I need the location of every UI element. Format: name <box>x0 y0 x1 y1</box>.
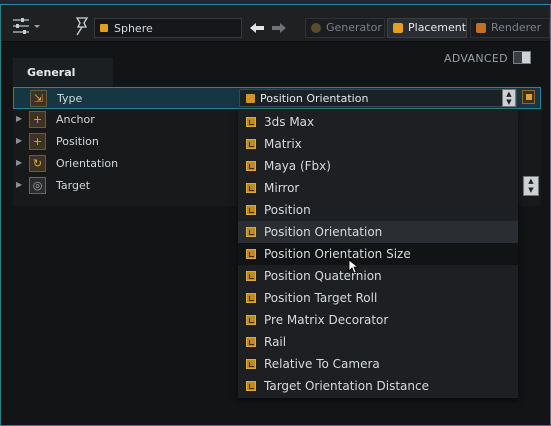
dropdown-item-label: Relative To Camera <box>264 357 380 371</box>
dropdown-item-position-orientation-size[interactable]: Position Orientation Size <box>238 243 518 265</box>
dropdown-item-rail[interactable]: Rail <box>238 331 518 353</box>
dropdown-item-label: Mirror <box>264 181 300 195</box>
item-icon <box>246 227 256 237</box>
dropdown-item-label: Matrix <box>264 137 302 151</box>
tab-generator[interactable]: Generator <box>305 18 385 38</box>
tab-renderer[interactable]: Renderer <box>470 18 550 38</box>
item-icon <box>246 315 256 325</box>
expand-triangle-icon[interactable]: ▶ <box>16 114 22 123</box>
advanced-label: ADVANCED <box>444 52 508 65</box>
back-arrow-button[interactable] <box>247 19 267 37</box>
item-icon <box>246 293 256 303</box>
dropdown-item-position[interactable]: Position <box>238 199 518 221</box>
tab-label: Generator <box>326 21 382 34</box>
item-icon <box>246 161 256 171</box>
item-icon <box>246 205 256 215</box>
section-tab-label: General <box>27 66 76 79</box>
dropdown-item-label: Position <box>264 203 311 217</box>
dropdown-item-position-quaternion[interactable]: Position Quaternion <box>238 265 518 287</box>
anchor-icon: + <box>29 111 46 128</box>
item-icon <box>246 183 256 193</box>
type-dropdown-list: 3ds Max Matrix Maya (Fbx) Mirror Positio… <box>238 110 518 398</box>
item-icon <box>246 359 256 369</box>
property-label: Orientation <box>56 157 119 170</box>
section-tab-general[interactable]: General <box>13 58 113 86</box>
type-value-icon <box>246 94 255 103</box>
type-dropdown[interactable]: Position Orientation <box>239 89 517 107</box>
toggle-knob <box>514 52 522 63</box>
target-spinner[interactable]: ▲ ▼ <box>523 176 539 196</box>
type-icon: ⇲ <box>30 90 47 107</box>
item-icon <box>246 117 256 127</box>
item-icon <box>246 139 256 149</box>
property-label: Type <box>57 92 83 105</box>
object-type-icon <box>100 24 108 32</box>
arrow-right-icon <box>272 23 286 33</box>
expand-triangle-icon[interactable]: ▶ <box>16 180 22 189</box>
dropdown-item-relative-to-camera[interactable]: Relative To Camera <box>238 353 518 375</box>
dropdown-item-label: Position Orientation Size <box>264 247 411 261</box>
object-name-field[interactable]: Sphere <box>94 18 242 38</box>
dropdown-item-label: Position Orientation <box>264 225 383 239</box>
dropdown-item-label: Position Quaternion <box>264 269 382 283</box>
type-dropdown-value: Position Orientation <box>260 92 369 105</box>
property-label: Target <box>56 179 91 192</box>
dropdown-item-maya-fbx[interactable]: Maya (Fbx) <box>238 155 518 177</box>
dropdown-item-label: Position Target Roll <box>264 291 378 305</box>
orientation-icon: ↻ <box>29 155 46 172</box>
item-icon <box>246 337 256 347</box>
dropdown-item-mirror[interactable]: Mirror <box>238 177 518 199</box>
dropdown-item-position-orientation[interactable]: Position Orientation <box>238 221 518 243</box>
tab-placement[interactable]: Placement <box>387 18 467 38</box>
dropdown-item-label: Pre Matrix Decorator <box>264 313 389 327</box>
dropdown-item-target-orientation-distance[interactable]: Target Orientation Distance <box>238 375 518 397</box>
advanced-toggle[interactable] <box>513 51 531 64</box>
property-label: Position <box>56 135 99 148</box>
type-dropdown-spinner[interactable]: ▲ ▼ <box>502 89 516 107</box>
item-icon <box>246 271 256 281</box>
dropdown-item-3ds-max[interactable]: 3ds Max <box>238 111 518 133</box>
position-icon: + <box>29 133 46 150</box>
dropdown-item-label: 3ds Max <box>264 115 315 129</box>
pin-icon[interactable] <box>71 15 93 37</box>
sliders-icon <box>13 18 40 34</box>
sphere-icon <box>311 23 321 33</box>
tab-label: Renderer <box>491 21 542 34</box>
target-icon: ◎ <box>29 177 46 194</box>
placement-icon <box>393 23 403 33</box>
expand-triangle-icon[interactable]: ▶ <box>16 158 22 167</box>
item-icon <box>246 249 256 259</box>
mouse-cursor-icon <box>348 259 360 274</box>
arrow-left-icon <box>250 23 264 33</box>
toolbar: Sphere Generator Placement Renderer <box>1 5 550 42</box>
tab-label: Placement <box>408 21 467 34</box>
dropdown-item-label: Rail <box>264 335 287 349</box>
property-label: Anchor <box>56 113 95 126</box>
type-link-icon[interactable] <box>522 90 535 104</box>
dropdown-item-position-target-roll[interactable]: Position Target Roll <box>238 287 518 309</box>
renderer-icon <box>476 23 486 33</box>
expand-triangle-icon[interactable]: ▶ <box>16 136 22 145</box>
menu-button[interactable] <box>11 17 43 37</box>
dropdown-item-label: Target Orientation Distance <box>264 379 429 393</box>
forward-arrow-button[interactable] <box>269 19 289 37</box>
item-icon <box>246 381 256 391</box>
dropdown-item-label: Maya (Fbx) <box>264 159 331 173</box>
dropdown-item-matrix[interactable]: Matrix <box>238 133 518 155</box>
dropdown-item-pre-matrix-decorator[interactable]: Pre Matrix Decorator <box>238 309 518 331</box>
object-name: Sphere <box>114 22 153 35</box>
